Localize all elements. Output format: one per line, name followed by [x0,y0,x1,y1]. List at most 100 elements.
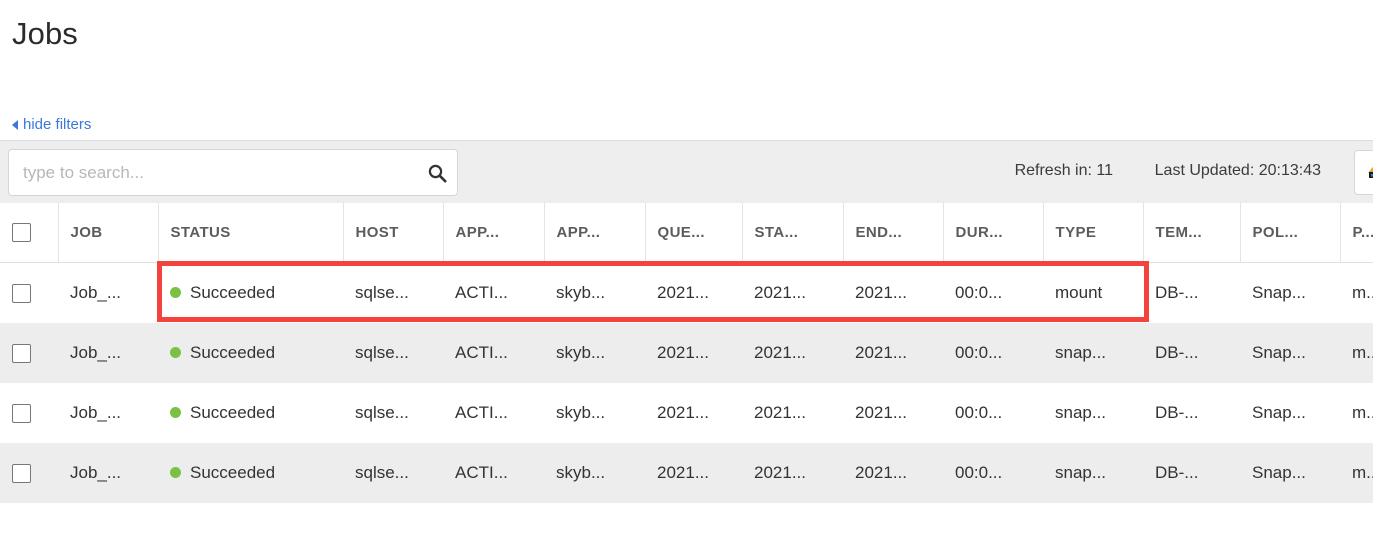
cell-app-type: ACTI... [443,262,544,323]
hide-filters-toggle[interactable]: hide filters [12,114,91,136]
row-select-cell[interactable] [0,262,58,323]
cell-status: Succeeded [158,382,343,443]
table-row[interactable]: Job_... Succeeded sqlse... ACTI... skyb.… [0,442,1373,503]
refresh-countdown: Refresh in: 11 [1014,162,1113,179]
cell-queued-time: 2021... [645,262,742,323]
table-toolbar: Refresh in: 11 Last Updated: 20:13:43 [0,140,1373,203]
cell-status: Succeeded [158,442,343,503]
cell-start-time: 2021... [742,442,843,503]
column-header-queued-time[interactable]: QUE... [645,203,743,263]
cell-app-name: skyb... [544,262,645,323]
column-header-policy[interactable]: POL... [1240,203,1341,263]
status-dot-icon [170,347,181,358]
export-icon [1365,159,1373,186]
row-checkbox[interactable] [12,463,31,483]
cell-host: sqlse... [343,442,443,503]
cell-start-time: 2021... [742,262,843,323]
column-header-start-time[interactable]: STA... [742,203,844,263]
search-icon[interactable] [417,150,457,195]
table-row[interactable]: Job_... Succeeded sqlse... ACTI... skyb.… [0,382,1373,443]
status-label: Succeeded [190,342,276,362]
row-select-cell[interactable] [0,322,58,383]
cell-queued-time: 2021... [645,442,742,503]
status-dot-icon [170,287,181,298]
cell-policy: Snap... [1240,322,1340,383]
cell-policy: Snap... [1240,262,1340,323]
cell-partial: m... [1340,322,1373,383]
search-box[interactable] [8,149,458,196]
cell-duration: 00:0... [943,262,1043,323]
cell-app-type: ACTI... [443,382,544,443]
triangle-left-icon [12,120,18,130]
column-header-status[interactable]: STATUS [158,203,344,263]
row-select-cell[interactable] [0,442,58,503]
cell-job: Job_... [58,442,158,503]
cell-start-time: 2021... [742,382,843,443]
column-header-end-time[interactable]: END... [843,203,944,263]
row-checkbox[interactable] [12,403,31,423]
cell-status: Succeeded [158,262,343,323]
cell-app-type: ACTI... [443,322,544,383]
select-all-checkbox[interactable] [12,222,31,242]
status-label: Succeeded [190,282,276,302]
hide-filters-label: hide filters [23,116,92,133]
cell-app-name: skyb... [544,322,645,383]
cell-duration: 00:0... [943,442,1043,503]
column-header-type[interactable]: TYPE [1043,203,1144,263]
column-header-app-name[interactable]: APP... [544,203,646,263]
column-header-template[interactable]: TEM... [1143,203,1241,263]
cell-duration: 00:0... [943,322,1043,383]
cell-partial: m... [1340,382,1373,443]
cell-duration: 00:0... [943,382,1043,443]
cell-end-time: 2021... [843,322,943,383]
cell-end-time: 2021... [843,262,943,323]
column-header-app-type[interactable]: APP... [443,203,545,263]
cell-template: DB-... [1143,382,1240,443]
row-checkbox[interactable] [12,283,31,303]
cell-template: DB-... [1143,262,1240,323]
cell-host: sqlse... [343,382,443,443]
cell-job: Job_... [58,262,158,323]
jobs-table: JOB STATUS HOST APP... APP... QUE... STA… [0,203,1373,503]
last-updated-label: Last Updated: 20:13:43 [1154,162,1321,179]
cell-type: snap... [1043,322,1143,383]
cell-type: snap... [1043,442,1143,503]
cell-policy: Snap... [1240,442,1340,503]
cell-type: mount [1043,262,1143,323]
column-header-duration[interactable]: DUR... [943,203,1044,263]
jobs-page: Jobs hide filters Refresh in: 11 Last Up… [0,0,1373,538]
cell-queued-time: 2021... [645,322,742,383]
cell-app-name: skyb... [544,382,645,443]
table-header-row: JOB STATUS HOST APP... APP... QUE... STA… [0,203,1373,263]
status-label: Succeeded [190,402,276,422]
cell-template: DB-... [1143,322,1240,383]
cell-template: DB-... [1143,442,1240,503]
column-header-partial[interactable]: P... [1340,203,1373,263]
cell-status: Succeeded [158,322,343,383]
row-select-cell[interactable] [0,382,58,443]
cell-start-time: 2021... [742,322,843,383]
cell-host: sqlse... [343,262,443,323]
cell-type: snap... [1043,382,1143,443]
status-dot-icon [170,407,181,418]
table-row[interactable]: Job_... Succeeded sqlse... ACTI... skyb.… [0,262,1373,323]
cell-partial: m... [1340,262,1373,323]
status-label: Succeeded [190,462,276,482]
cell-app-name: skyb... [544,442,645,503]
table-row[interactable]: Job_... Succeeded sqlse... ACTI... skyb.… [0,322,1373,383]
cell-app-type: ACTI... [443,442,544,503]
column-header-job[interactable]: JOB [58,203,159,263]
cell-policy: Snap... [1240,382,1340,443]
cell-end-time: 2021... [843,442,943,503]
cell-end-time: 2021... [843,382,943,443]
cell-host: sqlse... [343,322,443,383]
cell-partial: m... [1340,442,1373,503]
cell-queued-time: 2021... [645,382,742,443]
export-button[interactable] [1354,150,1373,195]
status-dot-icon [170,467,181,478]
column-header-select-all[interactable] [0,203,59,263]
row-checkbox[interactable] [12,343,31,363]
cell-job: Job_... [58,382,158,443]
search-input[interactable] [9,150,417,195]
column-header-host[interactable]: HOST [343,203,444,263]
